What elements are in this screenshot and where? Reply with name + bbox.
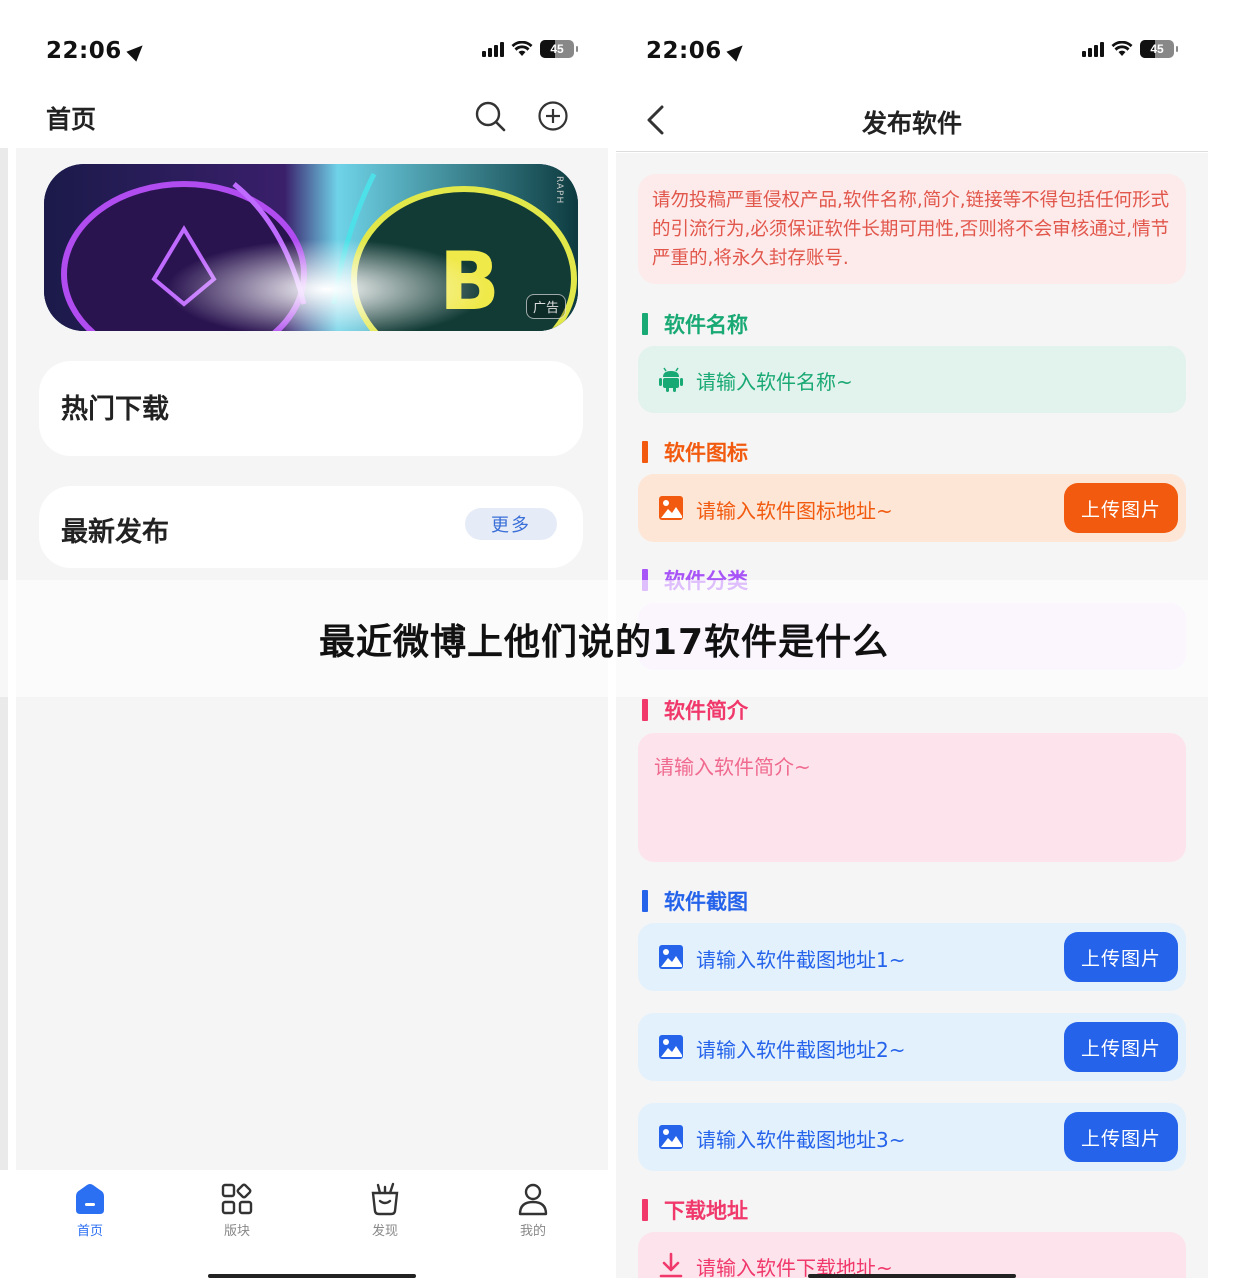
- software-intro-placeholder: 请输入软件简介~: [654, 755, 811, 779]
- grid-icon: [221, 1183, 253, 1215]
- screenshot-input-2[interactable]: 请输入软件截图地址2~ 上传图片: [638, 1013, 1186, 1081]
- software-icon-placeholder: 请输入软件图标地址~: [696, 499, 893, 523]
- battery-icon: 45: [540, 40, 578, 58]
- screenshot-input-3[interactable]: 请输入软件截图地址3~ 上传图片: [638, 1103, 1186, 1171]
- home-indicator: [808, 1274, 1016, 1278]
- battery-icon: 45: [1140, 40, 1178, 58]
- banner-artwork: B: [44, 164, 578, 331]
- image-icon: [659, 1125, 683, 1149]
- section-title-download: 下载地址: [642, 1196, 748, 1224]
- status-bar-left: 22:06: [46, 34, 148, 68]
- page-title: 首页: [46, 105, 97, 134]
- hot-downloads-card[interactable]: 热门下载: [39, 361, 583, 456]
- section-title-name: 软件名称: [642, 310, 748, 338]
- system-icons: 45: [482, 40, 578, 58]
- screenshot-input-1[interactable]: 请输入软件截图地址1~ 上传图片: [638, 923, 1186, 991]
- status-time: 22:06: [646, 38, 722, 64]
- tab-bar: 首页 版块 发现 我的: [16, 1170, 608, 1278]
- location-arrow-icon: [726, 40, 748, 62]
- tab-home[interactable]: 首页: [60, 1182, 120, 1239]
- section-title-screenshots: 软件截图: [642, 887, 748, 915]
- status-time: 22:06: [46, 38, 122, 64]
- software-intro-textarea[interactable]: 请输入软件简介~: [638, 733, 1186, 862]
- discover-icon: [371, 1182, 399, 1216]
- more-button[interactable]: 更多: [465, 508, 557, 540]
- software-name-placeholder: 请输入软件名称~: [696, 370, 853, 394]
- home-indicator: [208, 1274, 416, 1278]
- hot-downloads-title: 热门下载: [61, 394, 169, 425]
- image-icon: [659, 1035, 683, 1059]
- user-icon: [518, 1183, 548, 1216]
- image-icon: [659, 496, 683, 520]
- screenshot-placeholder-1: 请输入软件截图地址1~: [696, 948, 906, 972]
- screenshot-placeholder-2: 请输入软件截图地址2~: [696, 1038, 906, 1062]
- download-icon: [659, 1252, 683, 1278]
- banner-ad[interactable]: B RAPH 广告: [44, 164, 578, 331]
- wifi-icon: [511, 40, 533, 57]
- upload-screenshot-button-2[interactable]: 上传图片: [1064, 1022, 1178, 1072]
- page-title: 发布软件: [861, 109, 962, 138]
- section-title-icon: 软件图标: [642, 438, 748, 466]
- tab-me[interactable]: 我的: [503, 1182, 563, 1239]
- latest-release-title: 最新发布: [61, 517, 169, 548]
- caption-overlay: 最近微博上他们说的17软件是什么: [0, 580, 1208, 697]
- image-icon: [659, 945, 683, 969]
- status-bar-right: 22:06: [646, 34, 748, 68]
- android-icon: [659, 367, 683, 392]
- software-icon-input[interactable]: 请输入软件图标地址~ 上传图片: [638, 474, 1186, 542]
- caption-text: 最近微博上他们说的17软件是什么: [318, 621, 890, 663]
- location-arrow-icon: [126, 40, 148, 62]
- latest-release-card[interactable]: 最新发布 更多: [39, 486, 583, 568]
- screenshot-placeholder-3: 请输入软件截图地址3~: [696, 1128, 906, 1152]
- upload-icon-button[interactable]: 上传图片: [1064, 483, 1178, 533]
- banner-side-text: RAPH: [554, 176, 564, 205]
- software-name-input[interactable]: 请输入软件名称~: [638, 346, 1186, 413]
- section-title-intro: 软件简介: [642, 696, 748, 724]
- publish-header: 发布软件: [616, 90, 1208, 152]
- upload-screenshot-button-3[interactable]: 上传图片: [1064, 1112, 1178, 1162]
- warning-notice: 请勿投稿严重侵权产品,软件名称,简介,链接等不得包括任何形式的引流行为,必须保证…: [638, 174, 1186, 284]
- upload-screenshot-button-1[interactable]: 上传图片: [1064, 932, 1178, 982]
- download-url-input[interactable]: 请输入软件下载地址~: [638, 1232, 1186, 1278]
- tab-discover[interactable]: 发现: [355, 1182, 415, 1239]
- ad-badge: 广告: [525, 294, 566, 319]
- search-icon[interactable]: [474, 100, 506, 132]
- signal-icon: [1082, 41, 1104, 57]
- system-icons: 45: [1082, 40, 1178, 58]
- home-header: 首页: [0, 90, 608, 146]
- tab-sections[interactable]: 版块: [207, 1182, 267, 1239]
- wifi-icon: [1111, 40, 1133, 57]
- home-icon: [76, 1184, 104, 1214]
- screenshot-stage: 22:06 45 首页 RAPH 广告 热门下载 最新发布 更多 首页 版块 发…: [0, 0, 1240, 1278]
- add-icon[interactable]: [537, 100, 569, 132]
- right-margin: [1208, 0, 1240, 1278]
- signal-icon: [482, 41, 504, 57]
